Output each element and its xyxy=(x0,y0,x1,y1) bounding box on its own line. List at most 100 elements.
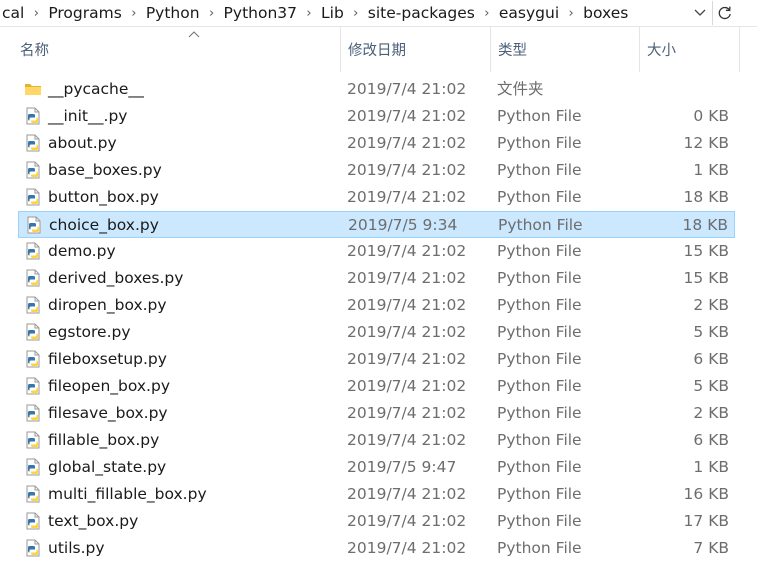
chevron-right-icon[interactable]: › xyxy=(561,6,581,21)
file-size: 12 KB xyxy=(683,134,729,152)
file-size: 5 KB xyxy=(693,323,729,341)
file-type: Python File xyxy=(497,323,582,341)
file-type: Python File xyxy=(497,107,582,125)
file-size: 2 KB xyxy=(693,296,729,314)
column-header-date[interactable]: 修改日期 xyxy=(341,26,491,72)
python-file-icon xyxy=(24,269,42,287)
file-modified-date: 2019/7/4 21:02 xyxy=(347,80,467,98)
chevron-right-icon[interactable]: › xyxy=(124,6,144,21)
file-row[interactable]: filesave_box.py 2019/7/4 21:02 Python File… xyxy=(18,400,735,427)
file-explorer-window: cal › Programs › Python › Python37 › Lib… xyxy=(0,0,757,581)
chevron-right-icon[interactable]: › xyxy=(299,6,319,21)
breadcrumb-item[interactable]: Programs xyxy=(46,1,123,25)
file-row[interactable]: diropen_box.py 2019/7/4 21:02 Python File 2… xyxy=(18,292,735,319)
file-modified-date: 2019/7/4 21:02 xyxy=(347,269,467,287)
file-size: 2 KB xyxy=(693,404,729,422)
file-name: egstore.py xyxy=(48,323,131,341)
breadcrumb-item[interactable]: Lib xyxy=(319,1,346,25)
python-file-icon xyxy=(24,134,42,152)
file-type: Python File xyxy=(497,458,582,476)
file-type: Python File xyxy=(497,188,582,206)
file-name: diropen_box.py xyxy=(48,296,167,314)
file-modified-date: 2019/7/4 21:02 xyxy=(347,134,467,152)
address-history-dropdown[interactable] xyxy=(689,2,711,24)
file-type: Python File xyxy=(497,269,582,287)
file-row[interactable]: __init__.py 2019/7/4 21:02 Python File 0 KB xyxy=(18,103,735,130)
file-size: 6 KB xyxy=(693,350,729,368)
file-name: global_state.py xyxy=(48,458,167,476)
python-file-icon xyxy=(24,107,42,125)
file-modified-date: 2019/7/4 21:02 xyxy=(347,161,467,179)
file-row[interactable]: multi_fillable_box.py 2019/7/4 21:02 Pytho… xyxy=(18,481,735,508)
chevron-down-icon xyxy=(694,9,706,16)
python-file-icon xyxy=(24,188,42,206)
column-headers: 名称 修改日期 类型 大小 xyxy=(0,26,757,72)
file-size: 1 KB xyxy=(693,161,729,179)
file-size: 0 KB xyxy=(693,107,729,125)
chevron-right-icon[interactable]: › xyxy=(202,6,222,21)
refresh-button[interactable] xyxy=(712,1,737,25)
file-size: 16 KB xyxy=(683,485,729,503)
python-file-icon xyxy=(25,216,43,234)
file-row[interactable]: base_boxes.py 2019/7/4 21:02 Python File 1 … xyxy=(18,157,735,184)
file-type: Python File xyxy=(497,431,582,449)
column-header-type[interactable]: 类型 xyxy=(491,26,640,72)
sort-ascending-icon xyxy=(188,31,200,38)
python-file-icon xyxy=(24,539,42,557)
file-modified-date: 2019/7/4 21:02 xyxy=(347,107,467,125)
address-bar[interactable]: cal › Programs › Python › Python37 › Lib… xyxy=(0,0,757,27)
file-size: 5 KB xyxy=(693,377,729,395)
file-row[interactable]: utils.py 2019/7/4 21:02 Python File 7 KB xyxy=(18,535,735,562)
file-modified-date: 2019/7/4 21:02 xyxy=(347,323,467,341)
file-name: about.py xyxy=(48,134,117,152)
file-modified-date: 2019/7/5 9:34 xyxy=(348,216,458,234)
file-row[interactable]: egstore.py 2019/7/4 21:02 Python File 5 KB xyxy=(18,319,735,346)
file-size: 17 KB xyxy=(683,512,729,530)
breadcrumb-item[interactable]: boxes xyxy=(581,1,630,25)
file-name: choice_box.py xyxy=(49,216,159,234)
file-row[interactable]: __pycache__ 2019/7/4 21:02 文件夹 xyxy=(18,76,735,103)
folder-icon xyxy=(24,80,42,98)
file-row[interactable]: text_box.py 2019/7/4 21:02 Python File 17 K… xyxy=(18,508,735,535)
file-row[interactable]: button_box.py 2019/7/4 21:02 Python File 18… xyxy=(18,184,735,211)
file-size: 7 KB xyxy=(693,539,729,557)
column-header-size[interactable]: 大小 xyxy=(640,26,740,72)
python-file-icon xyxy=(24,377,42,395)
breadcrumb-item[interactable]: Python xyxy=(144,1,202,25)
file-name: text_box.py xyxy=(48,512,139,530)
column-header-name[interactable]: 名称 xyxy=(18,26,341,72)
breadcrumb-item[interactable]: cal xyxy=(0,1,26,25)
file-modified-date: 2019/7/4 21:02 xyxy=(347,350,467,368)
file-type: Python File xyxy=(497,377,582,395)
chevron-right-icon[interactable]: › xyxy=(477,6,497,21)
file-modified-date: 2019/7/4 21:02 xyxy=(347,431,467,449)
breadcrumb-item[interactable]: Python37 xyxy=(222,1,299,25)
file-size: 15 KB xyxy=(683,242,729,260)
file-row[interactable]: demo.py 2019/7/4 21:02 Python File 15 KB xyxy=(18,238,735,265)
file-size: 15 KB xyxy=(683,269,729,287)
file-type: Python File xyxy=(497,485,582,503)
file-name: __pycache__ xyxy=(48,80,144,98)
file-modified-date: 2019/7/4 21:02 xyxy=(347,188,467,206)
file-row[interactable]: fillable_box.py 2019/7/4 21:02 Python File… xyxy=(18,427,735,454)
chevron-right-icon[interactable]: › xyxy=(26,6,46,21)
file-row[interactable]: derived_boxes.py 2019/7/4 21:02 Python Fil… xyxy=(18,265,735,292)
python-file-icon xyxy=(24,404,42,422)
file-modified-date: 2019/7/4 21:02 xyxy=(347,377,467,395)
file-row[interactable]: fileopen_box.py 2019/7/4 21:02 Python File… xyxy=(18,373,735,400)
file-modified-date: 2019/7/4 21:02 xyxy=(347,404,467,422)
breadcrumb-item[interactable]: easygui xyxy=(497,1,561,25)
python-file-icon xyxy=(24,485,42,503)
breadcrumb-item[interactable]: site-packages xyxy=(366,1,477,25)
file-name: fileopen_box.py xyxy=(48,377,170,395)
chevron-right-icon[interactable]: › xyxy=(346,6,366,21)
python-file-icon xyxy=(24,242,42,260)
file-row[interactable]: choice_box.py 2019/7/5 9:34 Python File 18 … xyxy=(18,211,735,238)
file-modified-date: 2019/7/4 21:02 xyxy=(347,539,467,557)
file-modified-date: 2019/7/4 21:02 xyxy=(347,512,467,530)
file-row[interactable]: fileboxsetup.py 2019/7/4 21:02 Python File… xyxy=(18,346,735,373)
file-row[interactable]: global_state.py 2019/7/5 9:47 Python File 1… xyxy=(18,454,735,481)
file-row[interactable]: about.py 2019/7/4 21:02 Python File 12 KB xyxy=(18,130,735,157)
file-type: 文件夹 xyxy=(497,80,544,98)
file-size: 18 KB xyxy=(683,188,729,206)
